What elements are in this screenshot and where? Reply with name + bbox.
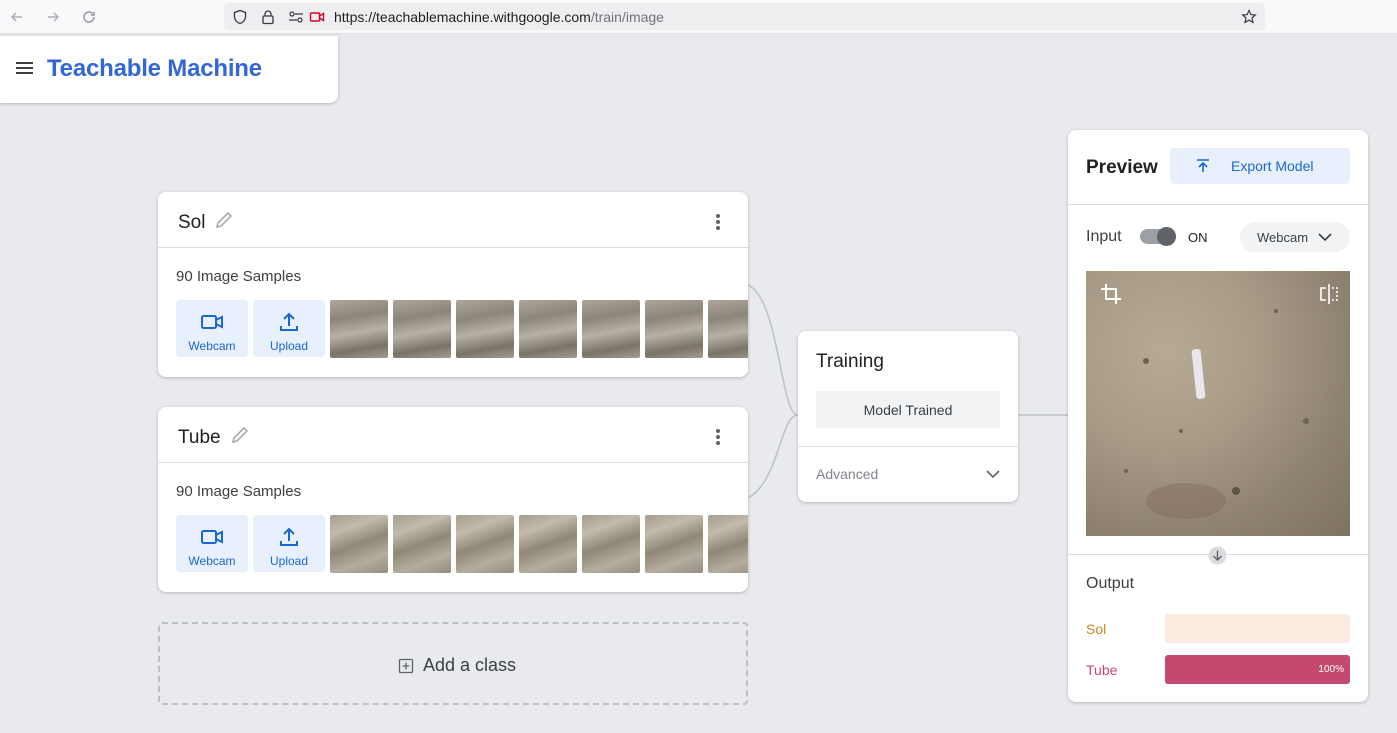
sample-thumbnail[interactable] <box>393 515 451 573</box>
video-camera-icon <box>201 530 223 544</box>
sample-thumbnail[interactable] <box>456 515 514 573</box>
confidence-percent: 100% <box>1318 664 1344 675</box>
sample-thumbnail[interactable] <box>645 515 703 573</box>
confidence-bar: 100% <box>1165 655 1350 684</box>
chevron-down-icon <box>1318 233 1332 242</box>
upload-button[interactable]: Upload <box>253 515 325 572</box>
upload-icon <box>280 312 298 331</box>
more-options-icon[interactable] <box>710 427 726 447</box>
class-card-sol: Sol 90 Image Samples Webcam Upload <box>158 192 748 377</box>
input-source-select[interactable]: Webcam <box>1240 222 1350 252</box>
preview-card: Preview Export Model Input ON Webcam Out… <box>1068 130 1368 702</box>
sample-count: 90 Image Samples <box>176 483 302 500</box>
class-card-header: Sol <box>158 192 748 248</box>
class-card-tube: Tube 90 Image Samples Webcam Upload <box>158 407 748 592</box>
webcam-button[interactable]: Webcam <box>176 300 248 357</box>
sample-thumbnail[interactable] <box>393 300 451 358</box>
sample-count: 90 Image Samples <box>176 268 302 285</box>
export-icon <box>1197 159 1209 172</box>
sample-thumbnail[interactable] <box>708 300 748 358</box>
input-label: Input <box>1086 228 1122 245</box>
sample-thumbnail[interactable] <box>456 300 514 358</box>
training-title: Training <box>816 351 884 372</box>
webcam-preview <box>1086 271 1350 536</box>
toggle-knob[interactable] <box>1157 227 1176 246</box>
output-label: Output <box>1086 575 1135 592</box>
add-box-icon <box>398 658 414 673</box>
confidence-bar <box>1165 614 1350 643</box>
divider <box>1068 204 1368 205</box>
advanced-toggle[interactable]: Advanced <box>816 466 878 482</box>
export-model-button[interactable]: Export Model <box>1170 148 1350 184</box>
class-name[interactable]: Sol <box>178 212 205 234</box>
edit-pencil-icon[interactable] <box>214 210 234 230</box>
sample-thumbnail[interactable] <box>519 300 577 358</box>
more-options-icon[interactable] <box>710 212 726 232</box>
preview-scene <box>1124 309 1309 519</box>
video-camera-icon <box>201 315 223 329</box>
sample-thumbnail[interactable] <box>330 300 388 358</box>
sample-thumbnail[interactable] <box>645 300 703 358</box>
preview-title: Preview <box>1086 157 1158 178</box>
flip-icon[interactable] <box>1318 283 1340 305</box>
upload-button[interactable]: Upload <box>253 300 325 357</box>
crop-icon[interactable] <box>1100 283 1122 305</box>
webcam-button[interactable]: Webcam <box>176 515 248 572</box>
edit-pencil-icon[interactable] <box>230 425 250 445</box>
sample-thumbnail[interactable] <box>519 515 577 573</box>
arrow-down-icon <box>1208 546 1227 565</box>
training-card: Training Model Trained Advanced <box>798 331 1018 502</box>
sample-thumbnail[interactable] <box>330 515 388 573</box>
sample-thumbnail[interactable] <box>582 300 640 358</box>
divider <box>798 446 1018 447</box>
output-class-name: Sol <box>1086 621 1107 637</box>
sample-thumbnail[interactable] <box>582 515 640 573</box>
class-name[interactable]: Tube <box>178 427 221 449</box>
sample-thumbnail[interactable] <box>708 515 748 573</box>
chevron-down-icon[interactable] <box>984 465 1002 483</box>
class-card-header: Tube <box>158 407 748 463</box>
toggle-state: ON <box>1188 230 1208 245</box>
output-class-name: Tube <box>1086 662 1118 678</box>
add-class-button[interactable]: Add a class <box>158 622 748 705</box>
train-model-button[interactable]: Model Trained <box>816 391 1000 428</box>
add-class-label: Add a class <box>423 655 517 675</box>
upload-icon <box>280 527 298 546</box>
